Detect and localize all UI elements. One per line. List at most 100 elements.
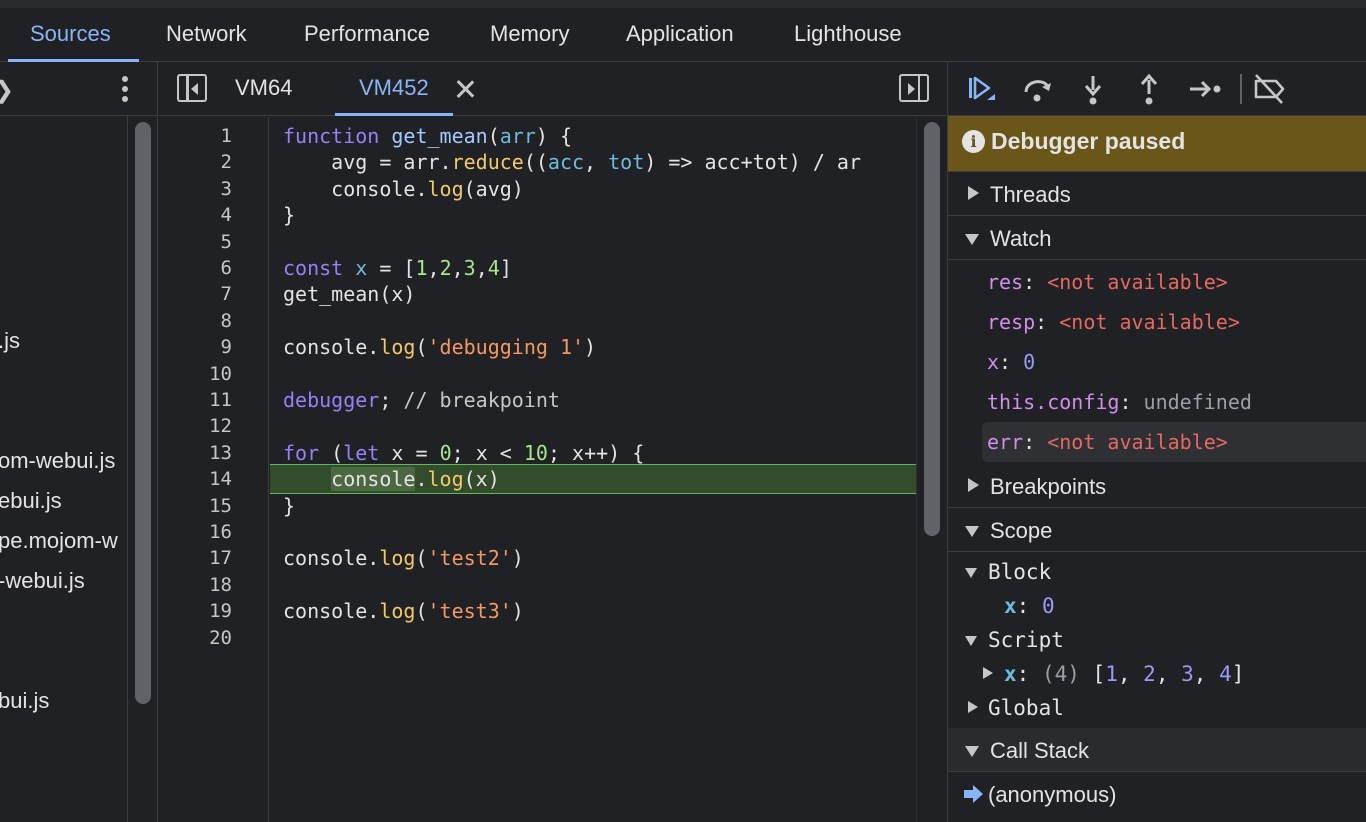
watch-expression-selected[interactable]: err: <not available>: [982, 422, 1366, 462]
debugger-paused-banner: i Debugger paused: [948, 116, 1366, 172]
code-line[interactable]: console.log('test2'): [283, 546, 524, 570]
line-number[interactable]: 15: [172, 495, 232, 517]
watch-expression[interactable]: x: 0: [948, 342, 1366, 382]
watch-value: <not available>: [1047, 270, 1228, 294]
collapse-arrow-icon: [965, 234, 979, 245]
chevron-right-icon[interactable]: ❯: [0, 76, 14, 105]
navigator-file[interactable]: om-webui.js: [0, 448, 115, 474]
close-icon[interactable]: [452, 76, 478, 102]
array-item: 3: [1181, 662, 1194, 686]
line-number[interactable]: 17: [172, 547, 232, 569]
scope-var-value: 0: [1041, 594, 1055, 618]
section-breakpoints-label: Breakpoints: [990, 474, 1107, 499]
line-number[interactable]: 4: [172, 204, 232, 226]
line-number[interactable]: 8: [172, 310, 232, 332]
navigator-file[interactable]: .js: [0, 328, 20, 354]
section-scope-label: Scope: [990, 518, 1053, 543]
step-icon[interactable]: [1186, 70, 1224, 108]
tab-performance[interactable]: Performance: [304, 8, 430, 62]
code-line[interactable]: console.log(avg): [283, 177, 524, 201]
tab-application-label: Application: [626, 21, 734, 46]
line-number-gutter[interactable]: 1 2 3 4 5 6 7 8 9 10 11 12 13 14 15 16 1…: [159, 117, 269, 822]
watch-expression[interactable]: res: <not available>: [948, 262, 1366, 302]
line-number[interactable]: 12: [172, 415, 232, 437]
line-number[interactable]: 1: [172, 125, 232, 147]
scope-variable[interactable]: x: 0: [948, 590, 1366, 624]
line-number[interactable]: 2: [172, 151, 232, 173]
call-frame-label: (anonymous): [988, 782, 1117, 807]
code-line[interactable]: function get_mean(arr) {: [283, 124, 572, 148]
line-number[interactable]: 16: [172, 521, 232, 543]
toggle-navigator-icon[interactable]: [177, 74, 207, 102]
section-scope[interactable]: Scope: [948, 508, 1366, 552]
navigator-file[interactable]: pe.mojom-w: [0, 528, 118, 554]
line-number[interactable]: 3: [172, 178, 232, 200]
code-line[interactable]: console.log('test3'): [283, 599, 524, 623]
line-number[interactable]: 10: [172, 363, 232, 385]
scope-script[interactable]: Script: [948, 624, 1366, 658]
line-number[interactable]: 19: [172, 600, 232, 622]
scope-global[interactable]: Global: [948, 692, 1366, 726]
file-tab-label: VM64: [235, 75, 293, 100]
line-number[interactable]: 9: [172, 336, 232, 358]
line-number[interactable]: 18: [172, 574, 232, 596]
tab-lighthouse[interactable]: Lighthouse: [794, 8, 902, 62]
step-into-icon[interactable]: [1074, 70, 1112, 108]
expand-arrow-icon: [968, 186, 979, 200]
toolbar-separator: [1240, 74, 1242, 104]
step-over-icon[interactable]: [1018, 70, 1056, 108]
array-item: 4: [1219, 662, 1232, 686]
scope-variable-array[interactable]: x: (4) [1, 2, 3, 4]: [948, 658, 1366, 692]
resume-icon[interactable]: [962, 70, 1000, 108]
tab-application[interactable]: Application: [626, 8, 734, 62]
code-line[interactable]: get_mean(x): [283, 282, 415, 306]
watch-expression[interactable]: this.config: undefined: [948, 382, 1366, 422]
file-tab-label: VM452: [359, 75, 429, 100]
code-line[interactable]: }: [283, 494, 295, 518]
scope-block[interactable]: Block: [948, 556, 1366, 590]
line-number[interactable]: 14: [172, 468, 232, 490]
code-line[interactable]: const x = [1,2,3,4]: [283, 256, 512, 280]
toggle-debugger-icon[interactable]: [899, 74, 929, 102]
line-number[interactable]: 13: [172, 442, 232, 464]
deactivate-breakpoints-icon[interactable]: [1250, 70, 1288, 108]
tab-network[interactable]: Network: [166, 8, 247, 62]
file-tab-vm452[interactable]: VM452: [335, 62, 453, 116]
line-number[interactable]: 7: [172, 283, 232, 305]
line-number[interactable]: 5: [172, 231, 232, 253]
tab-performance-label: Performance: [304, 21, 430, 46]
active-file-tab-indicator: [335, 113, 453, 116]
array-length: (4): [1041, 662, 1080, 686]
array-open-bracket: [: [1092, 662, 1106, 686]
editor-scrollbar[interactable]: [924, 122, 940, 536]
code-line[interactable]: console.log('debugging 1'): [283, 335, 596, 359]
code-line[interactable]: for (let x = 0; x < 10; x++) {: [283, 441, 644, 465]
collapse-arrow-icon: [965, 526, 979, 537]
code-editor[interactable]: function get_mean(arr) { avg = arr.reduc…: [270, 117, 916, 822]
section-call-stack[interactable]: Call Stack: [948, 728, 1366, 772]
tab-memory[interactable]: Memory: [490, 8, 569, 62]
debugger-toolbar: [948, 62, 1366, 116]
code-line-paused[interactable]: console.log(x): [283, 467, 500, 491]
watch-name: err: [987, 430, 1024, 454]
section-breakpoints[interactable]: Breakpoints: [948, 464, 1366, 508]
watch-expression[interactable]: resp: <not available>: [948, 302, 1366, 342]
line-number[interactable]: 20: [172, 627, 232, 649]
more-options-icon[interactable]: [110, 72, 140, 106]
file-tab-vm64[interactable]: VM64: [235, 62, 292, 116]
code-line[interactable]: debugger; // breakpoint: [283, 388, 560, 412]
tab-sources[interactable]: Sources: [8, 8, 139, 62]
call-frame[interactable]: (anonymous): [948, 772, 1366, 816]
navigator-file[interactable]: -webui.js: [0, 568, 85, 594]
code-line[interactable]: avg = arr.reduce((acc, tot) => acc+tot) …: [283, 150, 861, 174]
step-out-icon[interactable]: [1130, 70, 1168, 108]
code-line[interactable]: }: [283, 203, 295, 227]
tab-network-label: Network: [166, 21, 247, 46]
section-watch[interactable]: Watch: [948, 216, 1366, 260]
line-number[interactable]: 11: [172, 389, 232, 411]
navigator-file[interactable]: bui.js: [0, 688, 49, 714]
navigator-scrollbar[interactable]: [135, 122, 151, 704]
section-threads[interactable]: Threads: [948, 172, 1366, 216]
line-number[interactable]: 6: [172, 257, 232, 279]
navigator-file[interactable]: ebui.js: [0, 488, 62, 514]
